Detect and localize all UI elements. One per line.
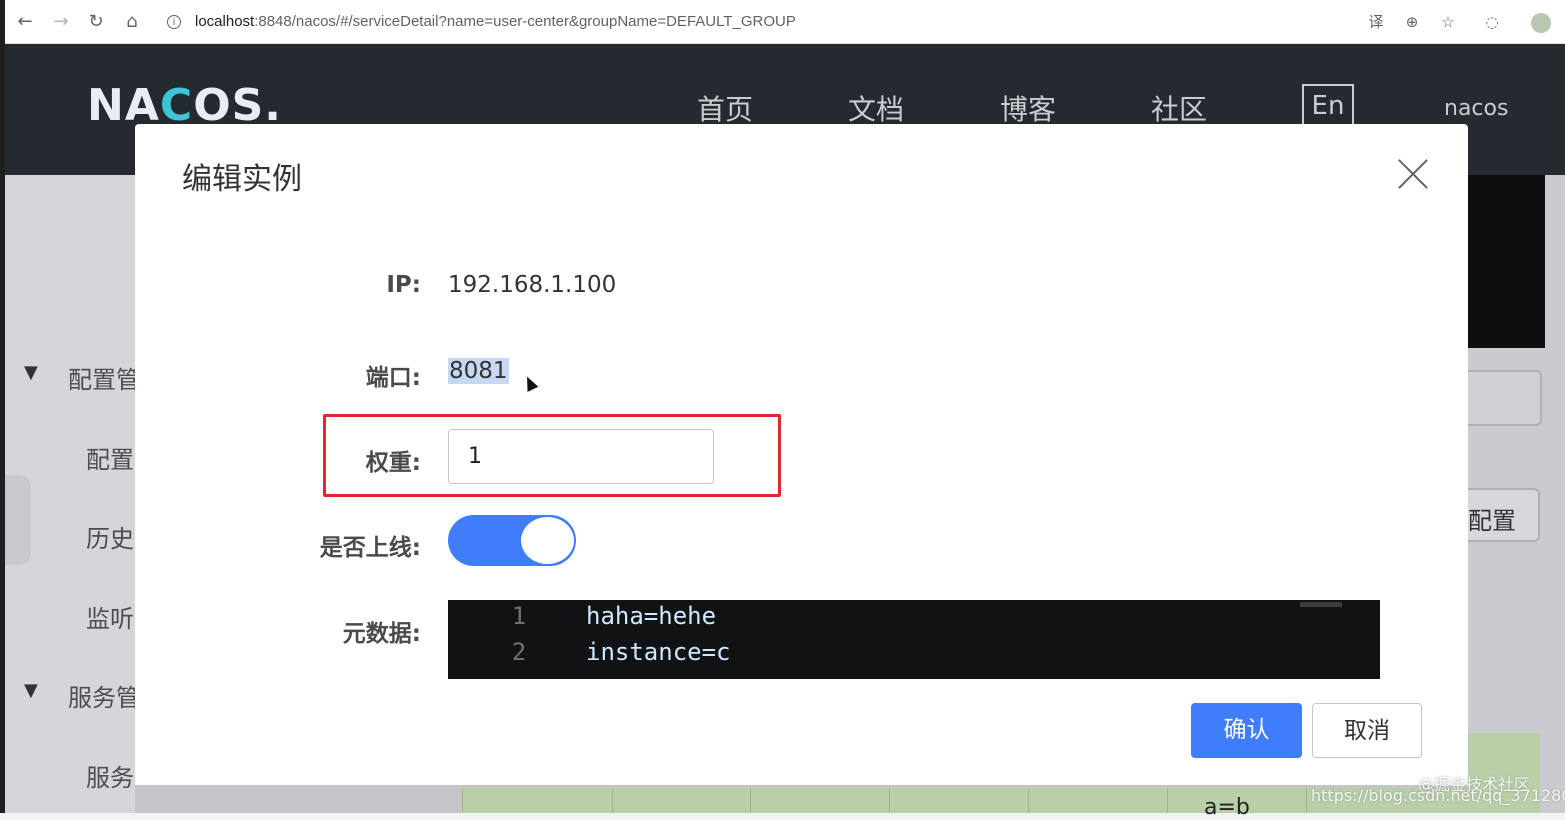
zoom-icon[interactable]: ⊕ (1402, 12, 1422, 32)
nav-docs[interactable]: 文档 (848, 88, 904, 128)
user-name[interactable]: nacos (1444, 96, 1508, 121)
nav-home[interactable]: 首页 (697, 88, 753, 128)
profile-avatar[interactable] (1531, 13, 1551, 33)
table-cell-divider (750, 788, 751, 813)
close-icon[interactable] (1397, 158, 1429, 190)
browser-toolbar: ← → ↻ ⌂ i localhost:8848/nacos/#/service… (0, 0, 1565, 44)
dialog-title: 编辑实例 (182, 162, 302, 197)
toggle-knob (521, 517, 574, 564)
background-button-label: 配置 (1468, 507, 1516, 535)
bookmark-star-icon[interactable]: ☆ (1438, 12, 1458, 32)
home-icon[interactable]: ⌂ (120, 10, 144, 34)
background-panel (1468, 175, 1545, 348)
weight-input[interactable] (448, 429, 714, 484)
url-host: localhost (195, 13, 255, 30)
sidebar-item-service-mgmt[interactable]: 服务管 (68, 678, 140, 713)
mouse-cursor (521, 374, 539, 392)
address-bar[interactable]: localhost:8848/nacos/#/serviceDetail?nam… (195, 13, 796, 30)
sidebar-item-history[interactable]: 历史 (86, 519, 134, 554)
sidebar-collapse-handle[interactable] (5, 475, 31, 565)
table-cell-divider (1028, 788, 1029, 813)
site-info-icon[interactable]: i (167, 15, 181, 29)
cancel-button[interactable]: 取消 (1312, 703, 1422, 758)
metadata-label: 元数据: (342, 621, 421, 647)
metadata-editor[interactable]: 1 haha=hehe 2 instance=c (448, 600, 1380, 679)
back-icon[interactable]: ← (13, 10, 37, 34)
table-cell-divider (889, 788, 890, 813)
table-cell-divider (1167, 788, 1168, 813)
line-number: 2 (511, 638, 527, 666)
translate-icon[interactable]: 译 (1366, 12, 1386, 32)
port-label: 端口: (365, 365, 421, 391)
background-input (1468, 370, 1542, 426)
edit-instance-dialog: 编辑实例 IP: 192.168.1.100 端口: 8081 权重: 是否上线… (135, 124, 1468, 785)
sidebar-item-listener[interactable]: 监听 (86, 599, 134, 634)
weight-label: 权重: (365, 450, 421, 476)
caret-down-icon[interactable]: ▼ (24, 362, 38, 383)
table-cell-divider (612, 788, 613, 813)
code-line: 1 haha=hehe (448, 602, 1380, 638)
code-line: 2 instance=c (448, 638, 1380, 674)
line-number: 1 (511, 602, 527, 630)
sidebar-item-config-mgmt[interactable]: 配置管 (68, 360, 140, 395)
online-label: 是否上线: (319, 535, 421, 561)
ip-value: 192.168.1.100 (448, 272, 617, 298)
nav-community[interactable]: 社区 (1151, 88, 1207, 128)
caret-down-icon[interactable]: ▼ (24, 680, 38, 701)
reload-icon[interactable]: ↻ (84, 10, 108, 34)
port-value: 8081 (448, 358, 509, 384)
forward-icon[interactable]: → (49, 10, 73, 34)
ip-label: IP: (386, 272, 421, 298)
url-path: :8848/nacos/#/serviceDetail?name=user-ce… (254, 13, 796, 30)
table-cell-divider (1306, 788, 1307, 813)
line-text: instance=c (586, 638, 731, 666)
background-metadata-cell: a=b (1204, 795, 1250, 820)
nav-blog[interactable]: 博客 (1000, 88, 1056, 128)
watermark-line-2: https://blog.csdn.net/qq_37128049 (1311, 786, 1565, 805)
online-toggle[interactable] (448, 515, 576, 566)
confirm-button[interactable]: 确认 (1191, 703, 1302, 758)
port-value-wrap: 8081 (448, 358, 509, 384)
sidebar-item-service-list[interactable]: 服务 (86, 758, 134, 793)
sidebar-item-config-list[interactable]: 配置 (86, 440, 134, 475)
line-text: haha=hehe (586, 602, 717, 630)
language-switch[interactable]: En (1302, 84, 1354, 128)
extension-icon[interactable]: ◌ (1482, 12, 1502, 32)
